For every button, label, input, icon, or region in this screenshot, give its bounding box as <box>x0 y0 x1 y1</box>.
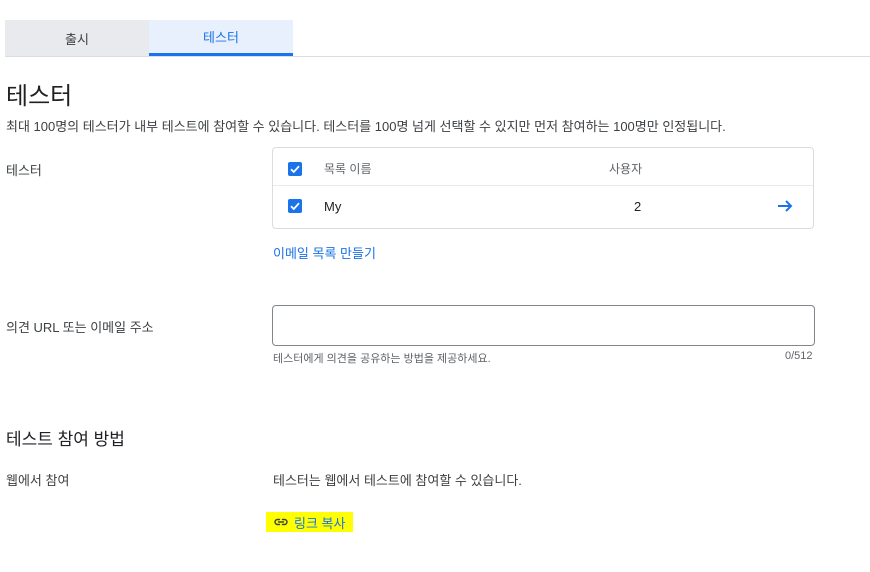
tab-testers-label: 테스터 <box>203 30 239 45</box>
link-icon <box>274 518 288 526</box>
row-checkbox[interactable] <box>288 199 302 213</box>
testers-label: 테스터 <box>6 163 42 178</box>
page-description: 최대 100명의 테스터가 내부 테스트에 참여할 수 있습니다. 테스터를 1… <box>6 119 726 134</box>
column-header-list-name: 목록 이름 <box>324 162 372 176</box>
web-join-text: 테스터는 웹에서 테스트에 참여할 수 있습니다. <box>273 473 522 488</box>
join-section-title: 테스트 참여 방법 <box>6 430 125 449</box>
checkbox-checked-icon <box>290 202 300 211</box>
tab-release[interactable]: 출시 <box>5 20 149 56</box>
internal-testing-page: 출시 테스터 테스터 최대 100명의 테스터가 내부 테스트에 참여할 수 있… <box>0 0 870 572</box>
checkbox-checked-icon <box>290 165 300 174</box>
select-all-checkbox[interactable] <box>288 162 302 176</box>
feedback-label: 의견 URL 또는 이메일 주소 <box>6 320 154 335</box>
users-count-cell: 2 <box>634 199 642 214</box>
table-header: 목록 이름 사용자 <box>273 148 813 186</box>
web-join-label: 웹에서 참여 <box>6 473 70 488</box>
copy-link-label: 링크 복사 <box>294 515 346 531</box>
tab-bar: 출시 테스터 <box>5 20 870 57</box>
tab-release-label: 출시 <box>65 31 89 47</box>
page-title: 테스터 <box>6 83 73 110</box>
feedback-url-input[interactable] <box>272 305 815 346</box>
table-row: My 2 <box>273 186 813 228</box>
feedback-char-counter: 0/512 <box>785 350 813 362</box>
tab-testers[interactable]: 테스터 <box>149 20 293 56</box>
copy-link-button[interactable]: 링크 복사 <box>266 512 353 532</box>
create-email-list-link[interactable]: 이메일 목록 만들기 <box>273 243 376 262</box>
feedback-helper-text: 테스터에게 의견을 공유하는 방법을 제공하세요. <box>273 353 491 365</box>
arrow-right-icon[interactable] <box>776 197 794 215</box>
column-header-users: 사용자 <box>609 162 643 176</box>
tester-lists-table: 목록 이름 사용자 My 2 <box>272 147 814 229</box>
list-name-cell: My <box>324 199 342 214</box>
